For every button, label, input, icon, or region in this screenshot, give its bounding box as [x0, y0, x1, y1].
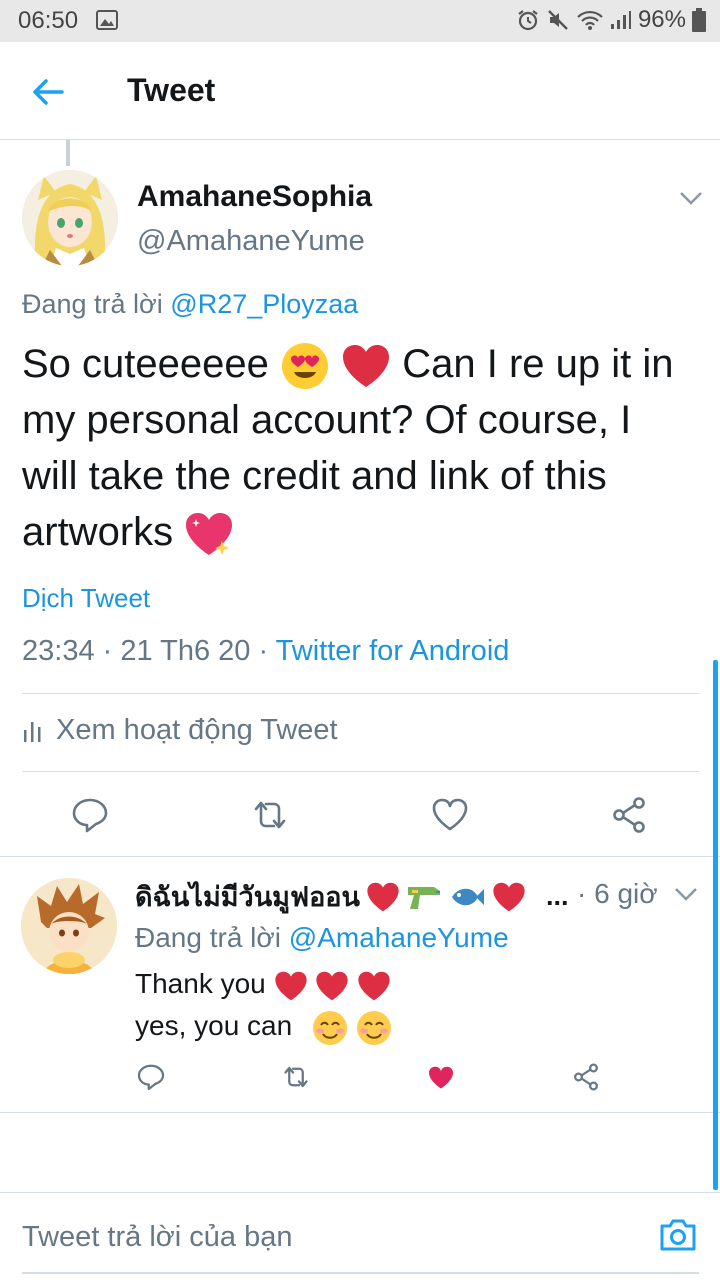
- retweet-icon[interactable]: [281, 1062, 311, 1092]
- status-icons: 96%: [516, 6, 706, 34]
- divider: [22, 693, 699, 694]
- divider: [22, 771, 699, 772]
- reply-line1: Thank you: [135, 968, 266, 999]
- mute-icon: [548, 10, 568, 30]
- divider: [0, 1112, 720, 1113]
- tweet-source-link[interactable]: Twitter for Android: [276, 635, 510, 667]
- status-bar: 06:50 96%: [0, 0, 720, 42]
- wifi-icon: [577, 10, 603, 30]
- view-activity-button[interactable]: Xem hoạt động Tweet: [22, 714, 338, 747]
- image-notification-icon: [96, 10, 118, 30]
- name-truncation: ...: [545, 881, 569, 911]
- compose-underline: [22, 1272, 699, 1274]
- camera-icon[interactable]: [658, 1217, 698, 1253]
- chevron-down-icon[interactable]: [673, 886, 699, 902]
- reply-line2: yes, you can: [135, 1010, 293, 1041]
- status-time: 06:50: [18, 7, 79, 34]
- fish-emoji-icon: [451, 888, 484, 905]
- reply-icon[interactable]: [70, 795, 110, 835]
- scrollbar[interactable]: [713, 660, 718, 1190]
- share-icon[interactable]: [571, 1062, 601, 1092]
- reply-compose-bar[interactable]: Tweet trả lời của bạn: [0, 1192, 720, 1280]
- red-heart-emoji-icon: [493, 882, 525, 911]
- reply-icon[interactable]: [136, 1062, 166, 1092]
- reply-text: Thank you yes, you can: [135, 963, 392, 1047]
- replying-to: Đang trả lời @R27_Ployzaa: [22, 289, 358, 320]
- tweet-text-part1: So cuteeeeee: [22, 342, 269, 386]
- red-heart-emoji-icon: [358, 971, 390, 1000]
- thread-connector: [66, 140, 70, 166]
- signal-icon: [610, 11, 631, 29]
- sparkling-heart-emoji-icon: [186, 513, 233, 556]
- like-icon[interactable]: [430, 795, 470, 835]
- reply-avatar[interactable]: [21, 878, 117, 974]
- red-heart-emoji-icon: [274, 971, 307, 1000]
- tweet-timestamp: 23:34 · 21 Th6 20 ·: [22, 635, 276, 667]
- battery-icon: [692, 8, 706, 32]
- translate-tweet-link[interactable]: Dịch Tweet: [22, 583, 150, 614]
- reply-avatar-illustration: [21, 878, 117, 974]
- red-heart-emoji-icon: [316, 971, 348, 1000]
- user-handle[interactable]: @AmahaneYume: [137, 225, 365, 258]
- replying-prefix: Đang trả lời: [22, 289, 163, 319]
- reply-replying-to: Đang trả lời @AmahaneYume: [135, 922, 509, 954]
- smiling-face-emoji-icon: [312, 1010, 347, 1045]
- battery-percentage: 96%: [637, 6, 686, 33]
- replying-prefix: Đang trả lời: [135, 922, 281, 953]
- chevron-down-icon[interactable]: [678, 190, 704, 206]
- replying-mention-link[interactable]: @AmahaneYume: [289, 922, 509, 953]
- replying-mention-link[interactable]: @R27_Ployzaa: [170, 289, 358, 319]
- activity-label: Xem hoạt động Tweet: [56, 714, 338, 746]
- water-pistol-emoji-icon: [407, 886, 440, 909]
- avatar[interactable]: [22, 170, 118, 266]
- back-arrow-icon[interactable]: [28, 72, 68, 112]
- heart-eyes-emoji-icon: [282, 343, 328, 390]
- reply-name-text: ดิฉันไม่มีวันมูฟออน: [135, 882, 360, 912]
- share-icon[interactable]: [609, 795, 649, 835]
- smiling-face-emoji-icon: [356, 1010, 391, 1045]
- red-heart-emoji-icon: [343, 345, 390, 388]
- retweet-icon[interactable]: [250, 795, 290, 835]
- tweet-meta: 23:34 · 21 Th6 20 · Twitter for Android: [22, 635, 509, 668]
- alarm-icon: [518, 10, 538, 31]
- app-bar: Tweet: [0, 42, 720, 140]
- tweet-text: So cuteeeeee Can I re up it in my person…: [22, 336, 682, 560]
- reply-time: · 6 giờ: [577, 878, 658, 909]
- display-name[interactable]: AmahaneSophia: [137, 180, 372, 214]
- page-title: Tweet: [127, 72, 216, 108]
- reply-display-name[interactable]: ดิฉันไม่มีวันมูฟออน ...: [135, 875, 569, 918]
- liked-heart-icon[interactable]: [426, 1063, 456, 1093]
- divider: [0, 856, 720, 857]
- avatar-illustration: [22, 170, 118, 266]
- reply-input-placeholder[interactable]: Tweet trả lời của bạn: [22, 1221, 293, 1254]
- red-heart-emoji-icon: [367, 882, 399, 911]
- bar-chart-icon: [24, 721, 41, 742]
